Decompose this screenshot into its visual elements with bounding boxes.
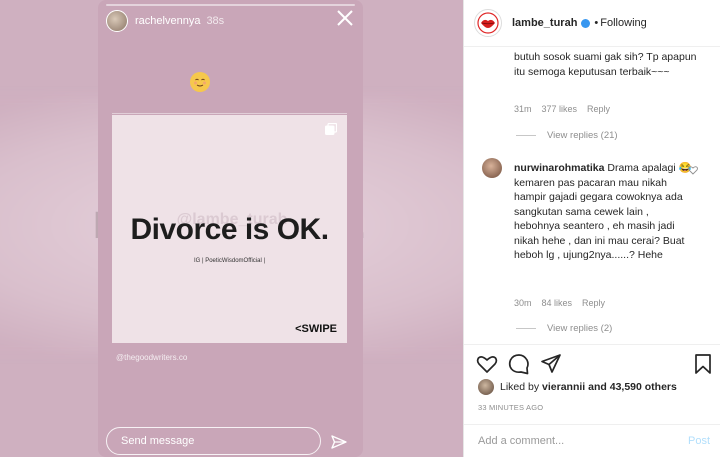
card-title: Divorce is OK. bbox=[130, 213, 329, 246]
story-username[interactable]: rachelvennya bbox=[135, 15, 200, 27]
view-replies-label: View replies (2) bbox=[547, 323, 613, 334]
likes-user[interactable]: vierannii bbox=[542, 381, 585, 393]
post-header: lambe_turah • Following bbox=[464, 0, 720, 47]
avatar[interactable] bbox=[482, 158, 502, 178]
comment-body: Drama apalagi 😂 kemaren pas pacaran mau … bbox=[514, 162, 692, 261]
post-username[interactable]: lambe_turah bbox=[512, 17, 577, 29]
lips-logo-icon bbox=[477, 12, 499, 34]
avatar[interactable] bbox=[106, 10, 128, 32]
comment-likes[interactable]: 84 likes bbox=[542, 298, 573, 308]
reply-button[interactable]: Reply bbox=[582, 298, 605, 308]
multiple-posts-icon bbox=[325, 123, 337, 135]
comment-text: nurwinarohmatika Drama apalagi 😂 kemaren… bbox=[514, 161, 694, 263]
story-credit: @thegoodwriters.co bbox=[116, 353, 188, 362]
story-time: 38s bbox=[206, 15, 225, 27]
view-replies-button[interactable]: View replies (2) bbox=[516, 323, 612, 334]
comment-username[interactable]: nurwinarohmatika bbox=[514, 162, 604, 174]
swipe-label: <SWIPE bbox=[295, 323, 337, 335]
heart-icon[interactable] bbox=[688, 165, 698, 175]
add-comment-bar: Add a comment... Post bbox=[464, 424, 720, 457]
story-header: rachelvennya 38s bbox=[98, 0, 363, 40]
view-replies-button[interactable]: View replies (21) bbox=[516, 130, 618, 141]
reply-button[interactable]: Reply bbox=[587, 104, 610, 114]
likes-prefix: Liked by bbox=[500, 381, 540, 393]
comment-icon[interactable] bbox=[508, 353, 530, 375]
send-message-input[interactable]: Send message bbox=[106, 427, 321, 455]
likes-summary: Liked by vierannii and 43,590 others bbox=[478, 379, 677, 395]
comment-text: butuh sosok suami gak sih? Tp apapun itu… bbox=[514, 51, 697, 78]
view-replies-label: View replies (21) bbox=[547, 130, 618, 141]
send-icon[interactable] bbox=[331, 434, 347, 450]
post-panel: lambe_turah • Following butuh sosok suam… bbox=[463, 0, 720, 457]
divider bbox=[516, 135, 536, 136]
comment-input[interactable]: Add a comment... bbox=[478, 435, 564, 447]
avatar[interactable] bbox=[474, 9, 502, 37]
following-button[interactable]: Following bbox=[600, 17, 646, 29]
comment-meta: 30m 84 likes Reply bbox=[514, 298, 605, 308]
close-icon[interactable] bbox=[335, 8, 355, 28]
verified-badge-icon bbox=[581, 18, 591, 28]
comment-time: 30m bbox=[514, 298, 532, 308]
heart-icon[interactable] bbox=[476, 353, 498, 375]
card-subtitle: IG | PoeticWisdomOfficial | bbox=[193, 258, 266, 264]
comment-time: 31m bbox=[514, 104, 532, 114]
post-button[interactable]: Post bbox=[688, 435, 710, 447]
story-frame[interactable]: rachelvennya 38s @lambe_turah Divorce is… bbox=[98, 0, 363, 457]
comment-likes[interactable]: 377 likes bbox=[542, 104, 578, 114]
post-timestamp[interactable]: 33 MINUTES AGO bbox=[478, 403, 543, 412]
bookmark-icon[interactable] bbox=[692, 353, 714, 375]
divider bbox=[516, 328, 536, 329]
avatar[interactable] bbox=[478, 379, 494, 395]
relieved-face-emoji-icon bbox=[190, 72, 210, 92]
share-icon[interactable] bbox=[540, 353, 562, 375]
likes-count[interactable]: and 43,590 others bbox=[588, 381, 677, 393]
comment-meta: 31m 377 likes Reply bbox=[514, 104, 610, 114]
separator-dot: • bbox=[594, 17, 599, 29]
shared-post-card[interactable]: @lambe_turah Divorce is OK. IG | PoeticW… bbox=[112, 115, 347, 343]
action-bar bbox=[464, 344, 720, 384]
divider bbox=[112, 113, 347, 114]
